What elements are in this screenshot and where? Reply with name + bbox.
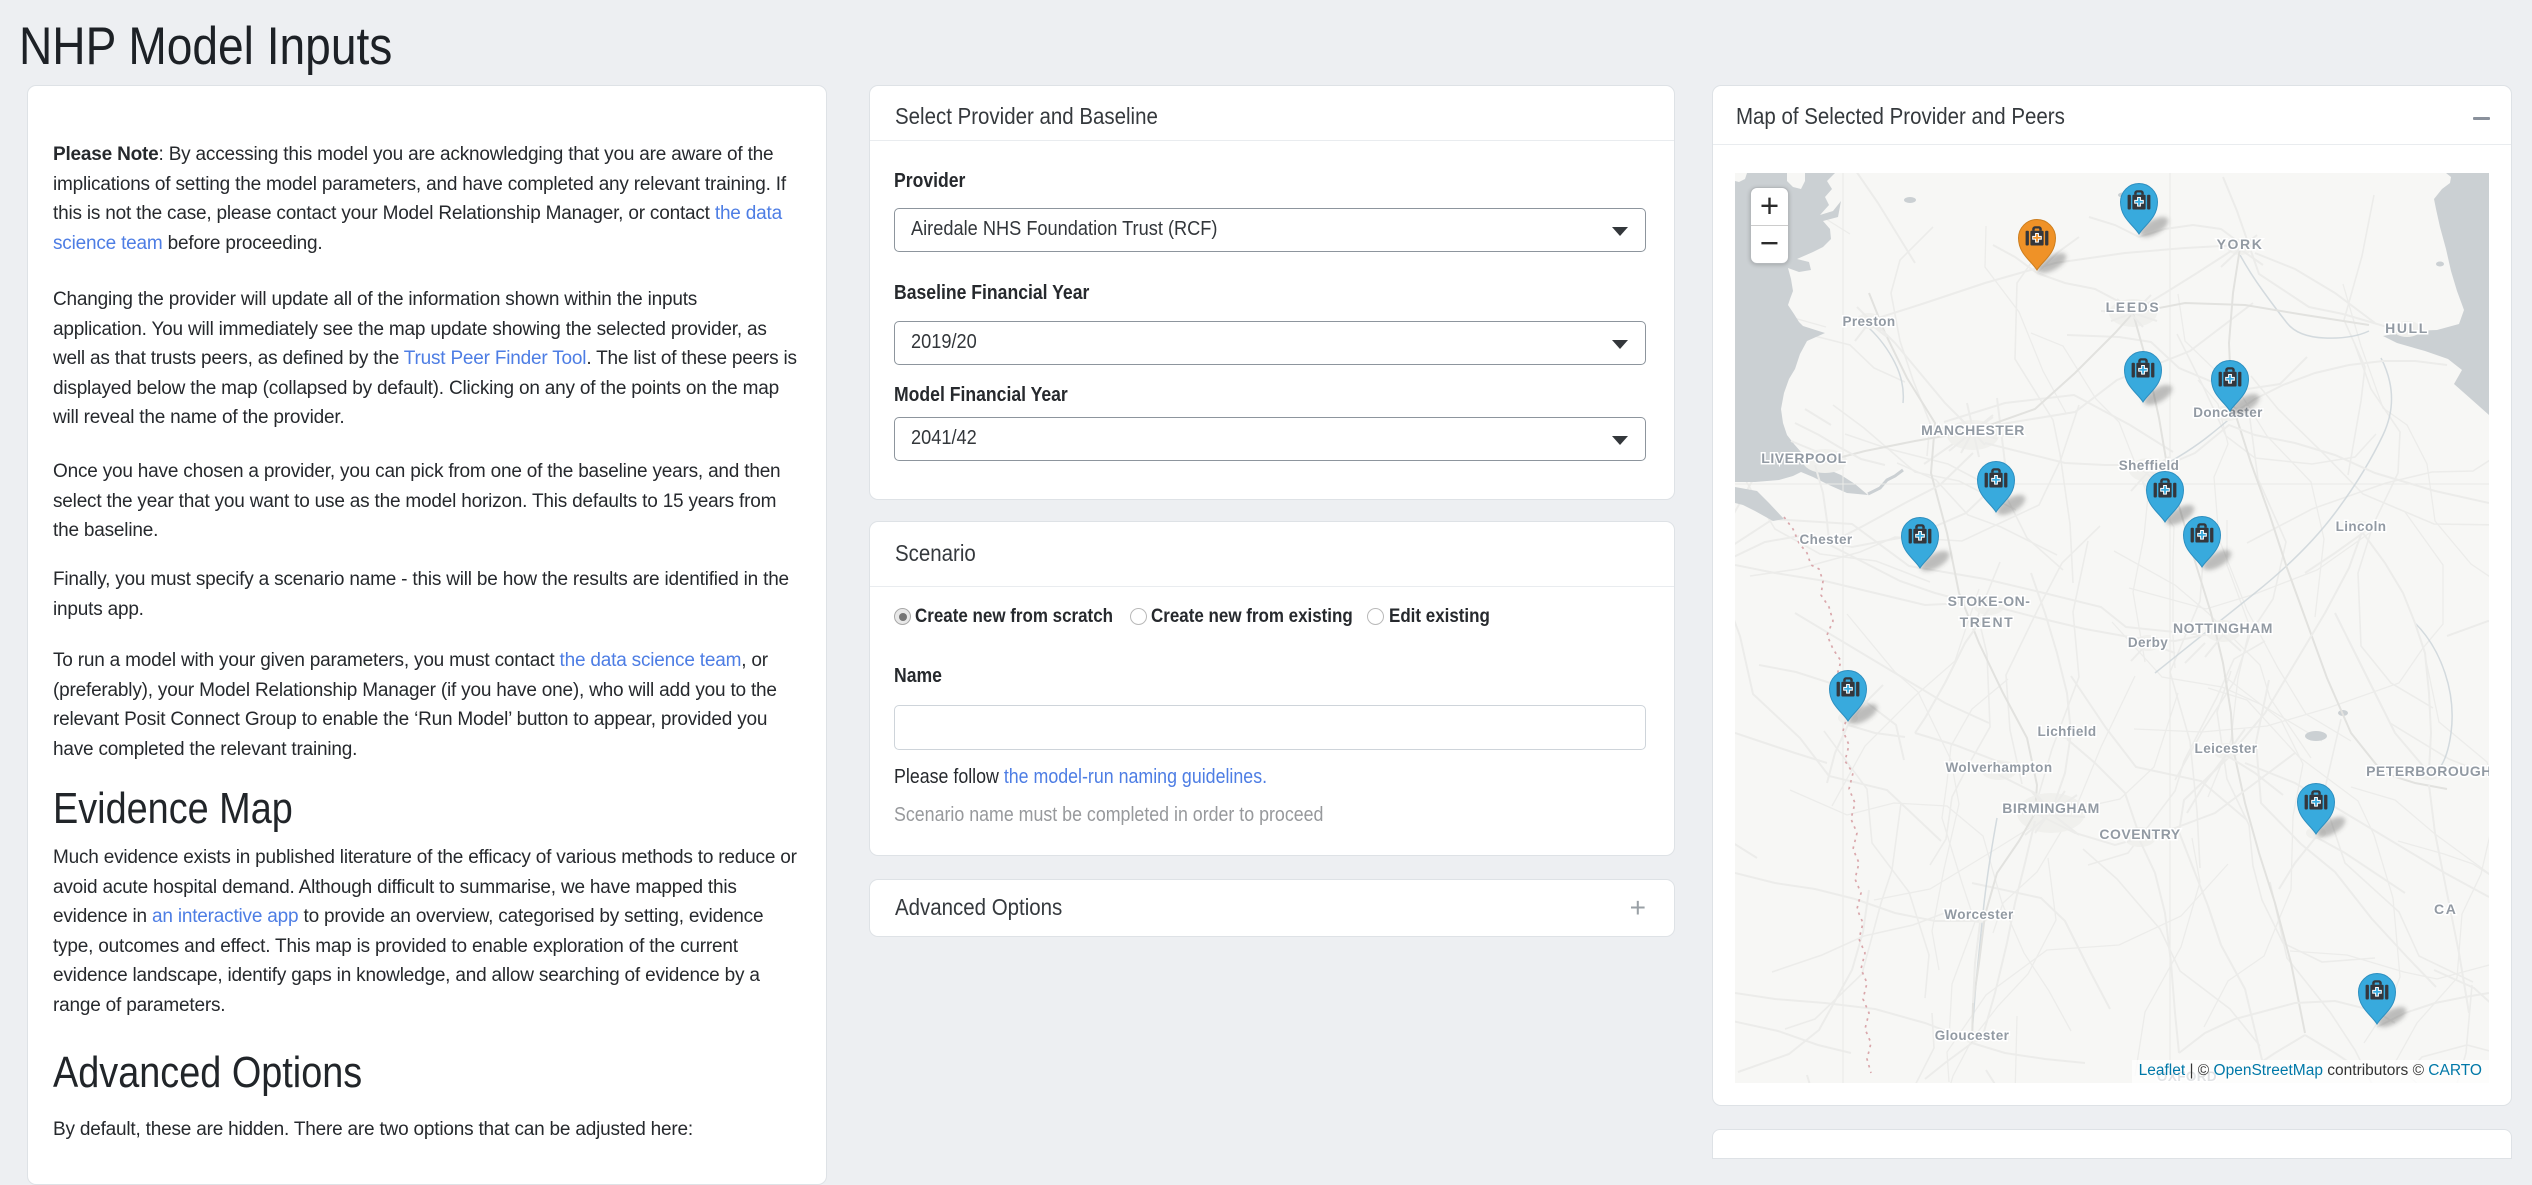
svg-text:PETERBOROUGH: PETERBOROUGH [2366,763,2489,779]
svg-text:LEEDS: LEEDS [2106,299,2161,315]
svg-text:Preston: Preston [1842,314,1895,329]
svg-text:Lichfield: Lichfield [2037,724,2096,739]
svg-text:COVENTRY: COVENTRY [2099,826,2180,842]
svg-text:LIVERPOOL: LIVERPOOL [1761,450,1846,466]
svg-text:NOTTINGHAM: NOTTINGHAM [2173,620,2273,636]
svg-text:STOKE-ON-: STOKE-ON- [1948,593,2031,609]
svg-text:TRENT: TRENT [1960,614,2015,630]
svg-text:Derby: Derby [2128,635,2168,650]
svg-text:CA: CA [2434,901,2457,917]
svg-text:Sheffield: Sheffield [2119,458,2180,473]
svg-text:Worcester: Worcester [1944,907,2014,922]
svg-text:YORK: YORK [2217,236,2264,252]
svg-text:Lincoln: Lincoln [2336,519,2387,534]
svg-text:MANCHESTER: MANCHESTER [1921,422,2025,438]
svg-text:BIRMINGHAM: BIRMINGHAM [2002,800,2100,816]
svg-text:HULL: HULL [2385,320,2429,336]
svg-text:Leicester: Leicester [2195,741,2258,756]
svg-text:Wolverhampton: Wolverhampton [1946,760,2053,775]
svg-text:Gloucester: Gloucester [1935,1028,2010,1043]
svg-text:Chester: Chester [1799,532,1852,547]
